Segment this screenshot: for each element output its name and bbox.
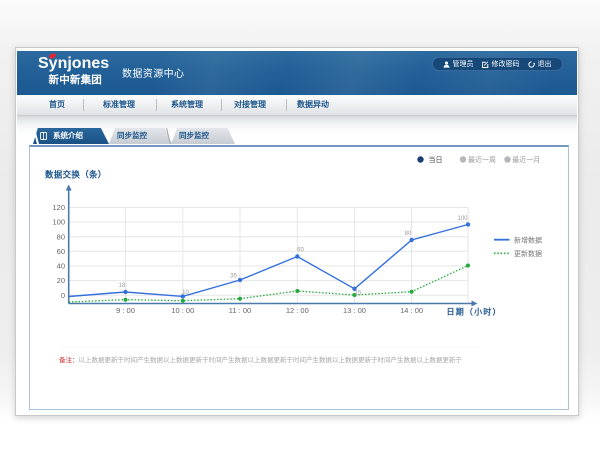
svg-text:11 : 00: 11 : 00 [229, 306, 251, 315]
svg-text:14 : 00: 14 : 00 [400, 306, 423, 315]
svg-text:60: 60 [297, 248, 304, 254]
svg-text:100: 100 [52, 218, 65, 227]
svg-text:80: 80 [405, 231, 412, 237]
svg-text:40: 40 [57, 262, 65, 271]
svg-text:新增数据: 新增数据 [514, 236, 542, 245]
svg-text:20: 20 [57, 276, 65, 285]
svg-text:最近一月: 最近一月 [512, 155, 540, 164]
svg-text:12 : 00: 12 : 00 [286, 306, 309, 315]
svg-text:120: 120 [52, 203, 65, 212]
svg-text:80: 80 [57, 232, 65, 241]
svg-text:15: 15 [355, 291, 362, 297]
svg-text:数据交换（条）: 数据交换（条） [45, 170, 107, 180]
svg-text:10 : 00: 10 : 00 [171, 306, 194, 315]
svg-text:18: 18 [119, 283, 126, 289]
svg-text:日期（小时）: 日期（小时） [447, 307, 502, 317]
svg-text:35: 35 [230, 274, 237, 280]
svg-text:9 : 00: 9 : 00 [116, 306, 135, 315]
svg-text:13 : 00: 13 : 00 [343, 306, 366, 315]
svg-text:最近一周: 最近一周 [468, 155, 496, 164]
svg-text:0: 0 [61, 291, 65, 300]
svg-text:100: 100 [457, 216, 468, 222]
svg-text:备注：以上数据更新于时间产生数据以上数据更新于时间产生数据以: 备注：以上数据更新于时间产生数据以上数据更新于时间产生数据以上数据更新于时间产生… [59, 355, 463, 364]
svg-text:10: 10 [182, 290, 189, 296]
svg-text:60: 60 [57, 247, 65, 256]
svg-text:当日: 当日 [429, 155, 443, 164]
svg-text:更新数据: 更新数据 [514, 249, 542, 258]
